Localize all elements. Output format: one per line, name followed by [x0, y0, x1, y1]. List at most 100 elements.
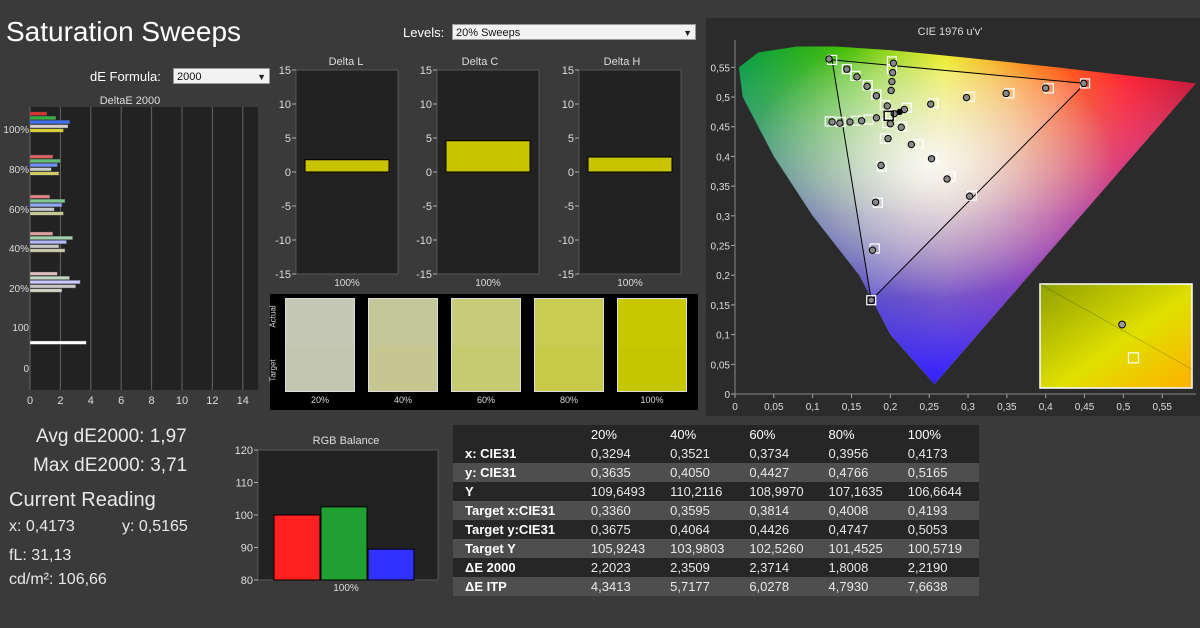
- table-row: Target y:CIE31 0,3675 0,4064 0,4426 0,4747 0,…: [453, 520, 979, 539]
- y-tick-label: 0,55: [711, 63, 731, 74]
- de-formula-select[interactable]: 2000 ▼: [173, 68, 270, 84]
- bar: [29, 171, 60, 176]
- deltae-chart-title: DeltaE 2000: [99, 95, 161, 107]
- chevron-down-icon: ▼: [683, 28, 692, 38]
- row-label: Y: [465, 484, 474, 499]
- table-cell: 108,9970: [749, 484, 804, 499]
- table-cell: 0,4193: [907, 503, 948, 518]
- y-tick-label: 0: [426, 167, 432, 179]
- bar: [29, 284, 76, 289]
- table-cell: 101,4525: [828, 541, 883, 556]
- rgb-balance-chart: 120 110 100 90 80 100%: [235, 446, 439, 594]
- row-label: Target y:CIE31: [465, 522, 556, 537]
- swatch-label: 60%: [476, 395, 495, 405]
- y-tick-label: 0: [285, 167, 291, 179]
- x-tick-label: 0,15: [842, 402, 862, 413]
- bar: [29, 235, 73, 240]
- measured-point: [962, 93, 971, 102]
- bar: [304, 159, 390, 173]
- y-tick-label: 110: [235, 478, 253, 490]
- x-tick-label: 0: [732, 402, 738, 413]
- measured-point: [1002, 89, 1010, 98]
- bar: [29, 275, 70, 280]
- table-cell: 0,3675: [590, 522, 631, 537]
- table-cell: 0,3595: [670, 503, 710, 518]
- bar: [29, 203, 63, 208]
- swatch-80pct: [534, 298, 604, 392]
- table-cell: 6,0278: [749, 579, 790, 594]
- bar: [29, 163, 58, 168]
- table-cell: 2,3714: [749, 560, 790, 575]
- x-tick-label: 100%: [333, 583, 359, 594]
- y-tick-label: -15: [416, 269, 432, 281]
- x-tick-label: 0,05: [764, 402, 784, 413]
- table-row: Y 109,6493 110,2116 108,9970 107,1635 106,664…: [453, 482, 979, 501]
- table-header: [453, 425, 583, 444]
- table-cell: 0,5053: [907, 522, 948, 537]
- table-cell: 4,3413: [590, 579, 631, 594]
- swatch-label: 40%: [393, 395, 412, 405]
- measured-point: [867, 296, 875, 304]
- table-cell: 107,1635: [828, 484, 883, 499]
- table-cell: 0,5165: [907, 465, 948, 480]
- table-row: ΔE 2000 2,2023 2,3509 2,3714 1,8008 2,2190: [453, 558, 979, 577]
- current-fl: fL: 31,13: [9, 547, 72, 564]
- y-tick-label: 100%: [3, 125, 29, 136]
- measured-point: [886, 120, 895, 128]
- row-label: ΔE 2000: [465, 560, 516, 575]
- y-tick-label: 0,15: [711, 301, 731, 312]
- table-cell: 5,7177: [670, 579, 710, 594]
- bar: [29, 340, 87, 345]
- bar: [29, 244, 60, 249]
- y-tick-label: 120: [235, 446, 253, 457]
- y-tick-label: 40%: [9, 244, 29, 255]
- table-header: 20%: [590, 427, 617, 442]
- readings-table: 20% 40% 60% 80% 100% x: CIE31 0,3294 0,3521 0,3…: [453, 425, 979, 596]
- inset-measured-point: [1118, 320, 1126, 329]
- table-cell: 0,3635: [590, 465, 631, 480]
- de-formula-value: 2000: [177, 71, 202, 83]
- de-formula-label: dE Formula:: [90, 69, 161, 84]
- table-cell: 110,2116: [670, 484, 723, 499]
- measured-point: [888, 77, 896, 86]
- row-label: ΔE ITP: [465, 579, 507, 594]
- table-cell: 100,5719: [907, 541, 962, 556]
- y-tick-label: 15: [562, 66, 574, 77]
- measured-point: [927, 155, 936, 163]
- swatch-actual: [618, 299, 686, 347]
- current-y: y: 0,5165: [122, 518, 188, 535]
- bar: [29, 207, 55, 212]
- levels-select[interactable]: 20% Sweeps ▼: [452, 24, 696, 40]
- bar: [29, 111, 47, 116]
- table-header: 100%: [907, 427, 941, 442]
- measured-point: [907, 140, 916, 149]
- plot-area: [30, 107, 258, 390]
- measured-point: [965, 192, 974, 200]
- measured-point: [846, 118, 854, 126]
- swatch-actual-label: Actual: [268, 305, 278, 328]
- x-tick-label: 0,2: [883, 402, 897, 413]
- x-tick-label: 100%: [475, 278, 501, 289]
- y-tick-label: 5: [285, 133, 291, 145]
- y-tick-label: 0,45: [711, 123, 731, 134]
- x-tick-label: 100%: [617, 278, 643, 289]
- x-tick-label: 14: [237, 395, 249, 407]
- table-cell: 0,3294: [590, 446, 631, 461]
- readings-table-wrap: 20% 40% 60% 80% 100% x: CIE31 0,3294 0,3521 0,3…: [453, 425, 979, 596]
- bar: [29, 280, 81, 284]
- y-tick-label: 5: [568, 133, 574, 145]
- y-tick-label: 10: [562, 99, 574, 111]
- table-row: ΔE ITP 4,3413 5,7177 6,0278 4,7930 7,6638: [453, 577, 979, 596]
- swatch-panel: Actual Target 20% 40% 60% 80% 100%: [268, 294, 698, 410]
- measured-point: [825, 55, 833, 63]
- swatch-60pct: [451, 298, 521, 392]
- table-cell: 1,8008: [828, 560, 869, 575]
- levels-value: 20% Sweeps: [456, 27, 521, 39]
- swatch-label: 80%: [559, 395, 578, 405]
- bar: [29, 167, 52, 172]
- y-tick-label: 0: [23, 364, 29, 375]
- table-cell: 0,3734: [749, 446, 790, 461]
- y-tick-label: 10: [420, 99, 432, 111]
- y-tick-label: 100: [12, 323, 29, 334]
- bar: [29, 194, 50, 199]
